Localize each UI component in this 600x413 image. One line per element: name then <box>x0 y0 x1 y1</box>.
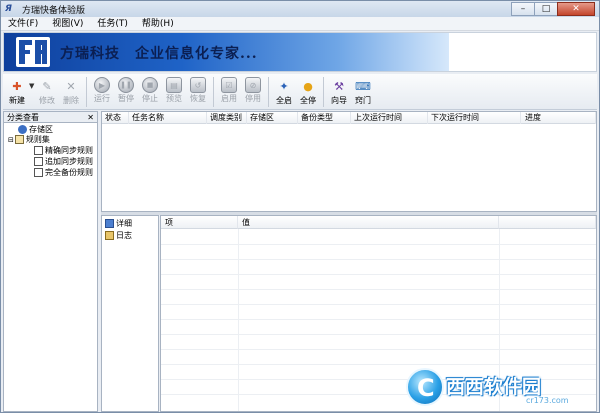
column-header[interactable]: 值 <box>238 216 499 229</box>
column-header[interactable]: 上次运行时间 <box>351 112 428 124</box>
column-header[interactable]: 存储区 <box>247 112 298 124</box>
run-icon: ▶ <box>94 77 110 93</box>
rule-icon <box>34 157 43 166</box>
start-all-icon: ✦ <box>279 79 289 93</box>
banner: 方瑞科技 企业信息化专家... <box>3 32 597 72</box>
maximize-button[interactable]: □ <box>534 2 558 16</box>
pause-icon: ❚❚ <box>118 77 134 93</box>
category-tree: 存储区 ⊟ 规则集 精确同步规则 追加同步规则 完全备份规则 <box>3 123 98 412</box>
log-icon <box>105 230 114 240</box>
column-header[interactable]: 任务名称 <box>129 112 207 124</box>
watermark-url: cr173.com <box>526 396 569 405</box>
column-header[interactable]: 下次运行时间 <box>428 112 521 124</box>
column-header[interactable]: 调度类别 <box>207 112 247 124</box>
column-header[interactable]: 备份类型 <box>298 112 351 124</box>
task-list[interactable]: 状态 任务名称 调度类别 存储区 备份类型 上次运行时间 下次运行时间 进度 <box>101 111 597 212</box>
fr-logo-icon <box>16 37 50 67</box>
edit-icon: ✎ <box>42 79 52 93</box>
ruleset-icon <box>14 135 24 144</box>
toolbar-separator <box>268 77 269 107</box>
column-header-blank <box>499 216 596 229</box>
menu-bar: 文件(F) 视图(V) 任务(T) 帮助(H) <box>1 17 599 31</box>
column-header[interactable]: 项 <box>161 216 238 229</box>
detail-icon <box>105 218 114 228</box>
restore-icon: ↺ <box>190 77 206 93</box>
tree-item-rule[interactable]: 完全备份规则 <box>34 167 93 178</box>
title-bar[interactable]: Я 方瑞快备体验版 – □ ✕ <box>1 1 599 17</box>
close-panel-icon[interactable]: ✕ <box>87 113 94 122</box>
run-button[interactable]: ▶ 运行 <box>90 74 114 108</box>
column-header[interactable]: 状态 <box>102 112 129 124</box>
window-title: 方瑞快备体验版 <box>22 5 86 16</box>
start-all-button[interactable]: ✦ 全启 <box>272 74 296 108</box>
tree-item-ruleset[interactable]: ⊟ 规则集 <box>8 134 50 145</box>
app-icon: Я <box>5 4 12 14</box>
category-panel-title: 分类查看 <box>7 112 39 122</box>
toolbar-separator <box>86 77 87 107</box>
wizard-button[interactable]: ⚒ 向导 <box>327 74 351 108</box>
minimize-button[interactable]: – <box>511 2 535 16</box>
delete-button[interactable]: ✕ 删除 <box>59 74 83 108</box>
enable-button[interactable]: ☑ 启用 <box>217 74 241 108</box>
menu-task[interactable]: 任务(T) <box>90 17 135 31</box>
watermark: C 西西软件园 cr173.com <box>406 366 586 408</box>
banner-slogan: 方瑞科技 企业信息化专家... <box>60 46 258 62</box>
disable-icon: ⊘ <box>245 77 261 93</box>
stop-button[interactable]: ■ 停止 <box>138 74 162 108</box>
enable-icon: ☑ <box>221 77 237 93</box>
tips-icon: ⌨ <box>355 79 371 93</box>
tips-button[interactable]: ⌨ 窍门 <box>351 74 375 108</box>
category-panel-header: 分类查看 ✕ <box>3 111 98 123</box>
stop-all-icon: ● <box>303 79 313 93</box>
restore-button[interactable]: ↺ 恢复 <box>186 74 210 108</box>
nav-item-log[interactable]: 日志 <box>105 229 132 241</box>
app-window: Я 方瑞快备体验版 – □ ✕ 文件(F) 视图(V) 任务(T) 帮助(H) <box>0 0 600 413</box>
menu-file[interactable]: 文件(F) <box>1 17 45 31</box>
delete-icon: ✕ <box>66 79 76 93</box>
tree-item-rule[interactable]: 精确同步规则 <box>34 145 93 156</box>
collapse-icon[interactable]: ⊟ <box>8 136 14 144</box>
toolbar: ✚ 新建 ▼ ✎ 修改 ✕ 删除 ▶ 运行 ❚❚ 暂停 ■ 停止 ▤ 预览 ↺ … <box>3 74 597 110</box>
pause-button[interactable]: ❚❚ 暂停 <box>114 74 138 108</box>
rule-icon <box>34 168 43 177</box>
menu-help[interactable]: 帮助(H) <box>135 17 181 31</box>
stop-all-button[interactable]: ● 全停 <box>296 74 320 108</box>
toolbar-separator <box>213 77 214 107</box>
storage-icon <box>18 125 27 134</box>
close-button[interactable]: ✕ <box>557 2 595 16</box>
watermark-text: 西西软件园 <box>446 376 542 398</box>
preview-icon: ▤ <box>166 77 182 93</box>
tree-item-rule[interactable]: 追加同步规则 <box>34 156 93 167</box>
column-header[interactable]: 进度 <box>521 112 596 124</box>
watermark-logo-icon: C <box>406 368 444 406</box>
disable-button[interactable]: ⊘ 停用 <box>241 74 265 108</box>
menu-view[interactable]: 视图(V) <box>45 17 90 31</box>
new-task-icon: ✚ <box>12 79 22 93</box>
toolbar-separator <box>323 77 324 107</box>
rule-icon <box>34 146 43 155</box>
task-list-header: 状态 任务名称 调度类别 存储区 备份类型 上次运行时间 下次运行时间 进度 <box>102 112 596 124</box>
stop-icon: ■ <box>142 77 158 93</box>
detail-nav: 详细 日志 <box>101 215 159 412</box>
banner-strip: 方瑞科技 企业信息化专家... <box>4 33 449 71</box>
preview-button[interactable]: ▤ 预览 <box>162 74 186 108</box>
edit-button[interactable]: ✎ 修改 <box>35 74 59 108</box>
window-controls: – □ ✕ <box>511 2 595 16</box>
nav-item-detail[interactable]: 详细 <box>105 217 132 229</box>
new-button[interactable]: ✚ 新建 <box>5 74 29 108</box>
wizard-icon: ⚒ <box>334 79 344 93</box>
